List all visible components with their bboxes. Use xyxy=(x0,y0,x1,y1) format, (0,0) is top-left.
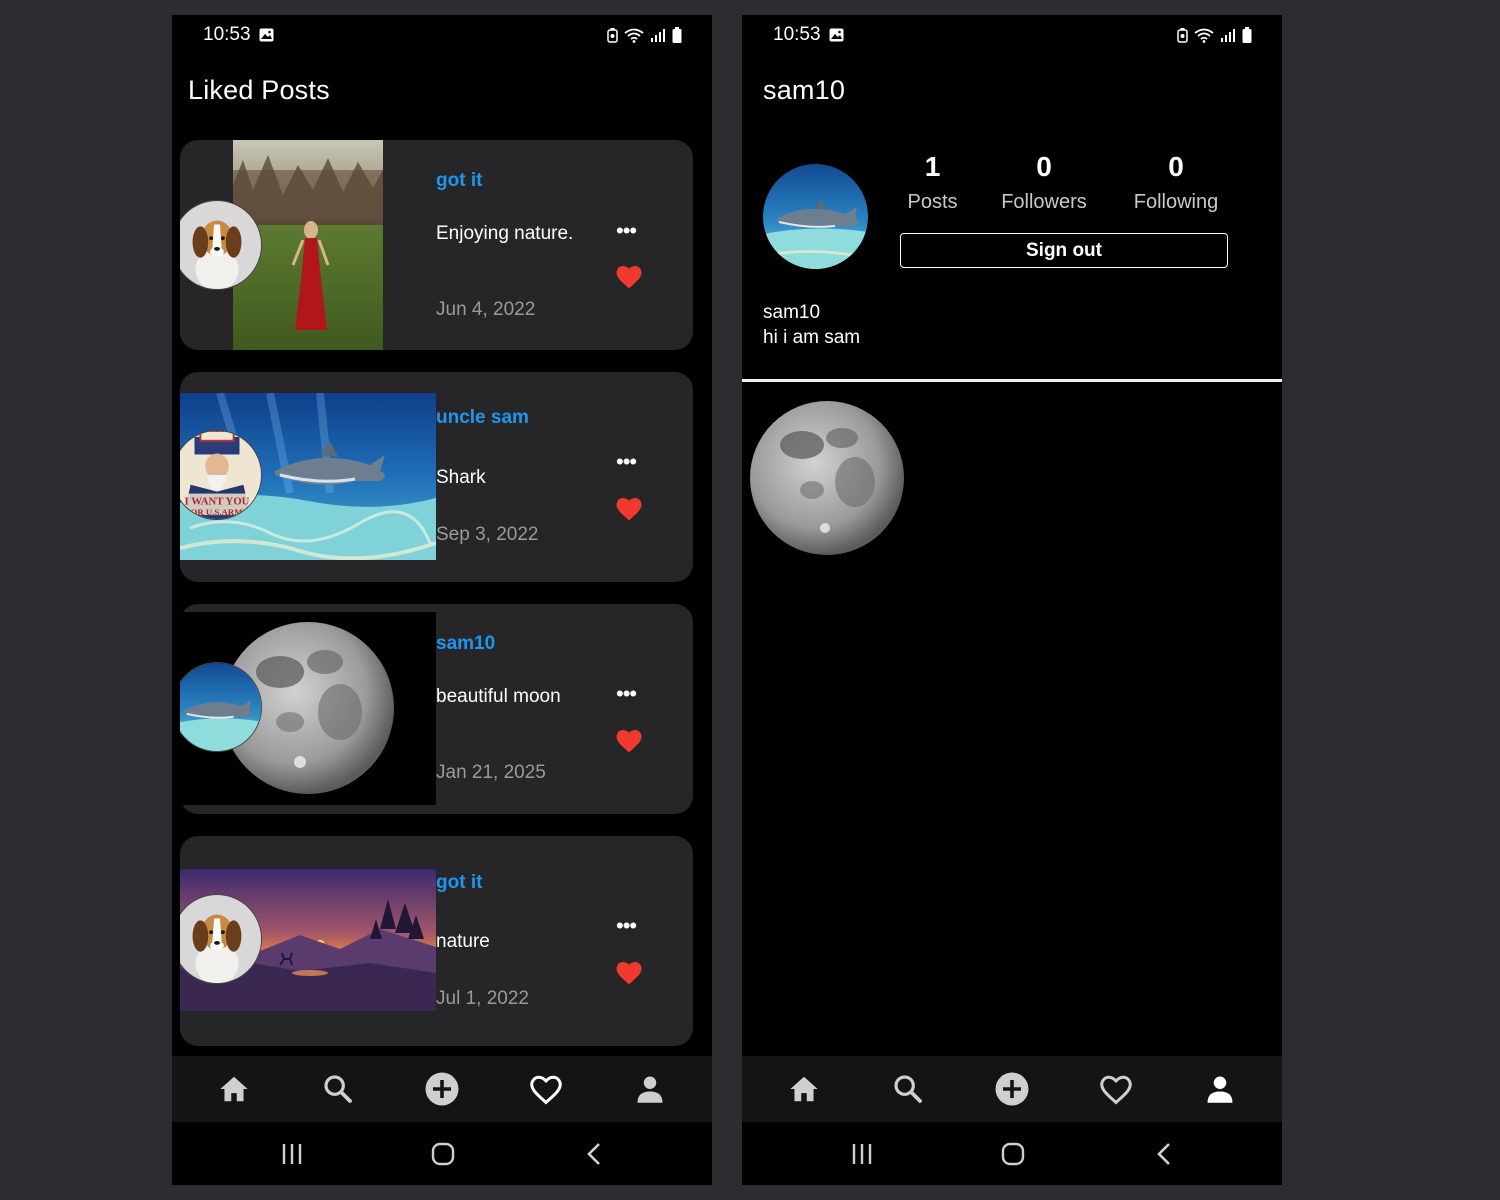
battery-icon xyxy=(1242,27,1252,43)
profile-title: sam10 xyxy=(763,75,846,105)
gallery-notification-icon xyxy=(829,28,844,42)
liked-heart-icon[interactable] xyxy=(614,726,644,754)
svg-text:I WANT YOU: I WANT YOU xyxy=(185,495,250,507)
home-circle-icon xyxy=(431,1142,455,1166)
more-options-button[interactable]: ••• xyxy=(616,683,637,705)
following-label: Following xyxy=(1133,191,1219,213)
liked-post-card[interactable]: sam10 beautiful moon Jan 21, 2025 ••• xyxy=(180,604,693,814)
post-username[interactable]: sam10 xyxy=(436,633,495,655)
signal-icon xyxy=(651,29,665,42)
nav-search[interactable] xyxy=(313,1066,363,1112)
status-bar: 10:53 xyxy=(172,15,712,57)
nav-add-post[interactable] xyxy=(987,1066,1037,1112)
nav-home[interactable] xyxy=(779,1066,829,1112)
profile-grid-post[interactable] xyxy=(747,400,907,557)
nav-home[interactable] xyxy=(209,1066,259,1112)
bottom-nav xyxy=(172,1056,712,1122)
back-chevron-icon xyxy=(1157,1143,1170,1165)
post-username[interactable]: got it xyxy=(436,170,482,192)
liked-post-card[interactable]: got it nature Jul 1, 2022 ••• xyxy=(180,836,693,1046)
nav-profile[interactable] xyxy=(1195,1066,1245,1112)
liked-heart-icon[interactable] xyxy=(614,262,644,290)
profile-icon xyxy=(1207,1076,1233,1103)
home-icon xyxy=(220,1076,248,1102)
heart-outline-icon xyxy=(1100,1075,1132,1105)
post-caption: beautiful moon xyxy=(436,686,561,707)
status-bar: 10:53 xyxy=(742,15,1282,57)
liked-post-card[interactable]: I WANT YOU FOR U.S.ARMY uncle sam Shark … xyxy=(180,372,693,582)
post-date: Sep 3, 2022 xyxy=(436,524,539,545)
home-system-button[interactable] xyxy=(993,1140,1033,1168)
post-username[interactable]: got it xyxy=(436,872,482,894)
post-username[interactable]: uncle sam xyxy=(436,407,529,429)
liked-heart-icon[interactable] xyxy=(614,494,644,522)
post-caption: nature xyxy=(436,931,490,952)
nav-likes[interactable] xyxy=(1091,1066,1141,1112)
battery-saver-icon xyxy=(607,27,618,43)
posts-count: 1 xyxy=(924,151,941,182)
liked-heart-icon[interactable] xyxy=(614,958,644,986)
status-time: 10:53 xyxy=(773,24,821,45)
profile-icon xyxy=(637,1076,663,1103)
back-button[interactable] xyxy=(1144,1140,1184,1168)
search-icon xyxy=(894,1075,922,1103)
status-time: 10:53 xyxy=(203,24,251,45)
nav-profile[interactable] xyxy=(625,1066,675,1112)
post-date: Jan 21, 2025 xyxy=(436,762,546,783)
stat-followers[interactable]: 0 Followers xyxy=(994,148,1094,218)
followers-label: Followers xyxy=(1001,191,1087,213)
nav-search[interactable] xyxy=(883,1066,933,1112)
stat-posts[interactable]: 1 Posts xyxy=(900,148,965,218)
sign-out-button[interactable]: Sign out xyxy=(900,233,1228,268)
post-date: Jun 4, 2022 xyxy=(436,299,536,320)
post-caption: Enjoying nature. xyxy=(436,223,574,244)
add-post-icon xyxy=(425,1072,459,1106)
home-system-button[interactable] xyxy=(423,1140,463,1168)
bottom-nav xyxy=(742,1056,1282,1122)
liked-post-card[interactable]: got it Enjoying nature. Jun 4, 2022 ••• xyxy=(180,140,693,350)
home-icon xyxy=(790,1076,818,1102)
stat-following[interactable]: 0 Following xyxy=(1124,148,1228,218)
post-date: Jul 1, 2022 xyxy=(436,988,529,1009)
profile-screen: 10:53 sam10 1 Posts 0 Followers 0 Follow… xyxy=(742,15,1282,1185)
back-button[interactable] xyxy=(574,1140,614,1168)
more-options-button[interactable]: ••• xyxy=(616,915,637,937)
post-caption: Shark xyxy=(436,467,486,488)
system-nav-bar xyxy=(742,1122,1282,1185)
page-title: Liked Posts xyxy=(188,75,330,105)
more-options-button[interactable]: ••• xyxy=(616,220,637,242)
more-options-button[interactable]: ••• xyxy=(616,451,637,473)
profile-bio: hi i am sam xyxy=(763,327,861,348)
system-nav-bar xyxy=(172,1122,712,1185)
recent-apps-icon xyxy=(852,1144,872,1164)
signal-icon xyxy=(1221,29,1235,42)
liked-posts-screen: 10:53 Liked Posts got it Enjoying nature… xyxy=(172,15,712,1185)
profile-avatar[interactable] xyxy=(763,164,868,269)
battery-icon xyxy=(672,27,682,43)
posts-label: Posts xyxy=(907,191,958,213)
battery-saver-icon xyxy=(1177,27,1188,43)
profile-divider xyxy=(742,379,1282,382)
home-circle-icon xyxy=(1001,1142,1025,1166)
wifi-icon xyxy=(624,28,644,43)
followers-count: 0 xyxy=(1036,151,1052,182)
recent-apps-button[interactable] xyxy=(842,1140,882,1168)
recent-apps-button[interactable] xyxy=(272,1140,312,1168)
search-icon xyxy=(324,1075,352,1103)
recent-apps-icon xyxy=(282,1144,302,1164)
back-chevron-icon xyxy=(587,1143,600,1165)
profile-username: sam10 xyxy=(763,302,821,323)
add-post-icon xyxy=(995,1072,1029,1106)
nav-likes[interactable] xyxy=(521,1066,571,1112)
heart-icon xyxy=(530,1075,562,1105)
gallery-notification-icon xyxy=(259,28,274,42)
wifi-icon xyxy=(1194,28,1214,43)
following-count: 0 xyxy=(1168,151,1184,182)
nav-add-post[interactable] xyxy=(417,1066,467,1112)
